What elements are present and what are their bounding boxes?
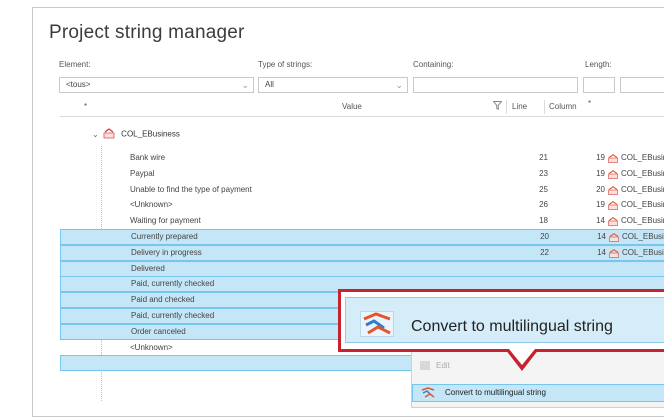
collection-icon [609,233,619,242]
header-asterisk: * [84,102,88,111]
row-column: 19 [596,200,605,210]
header-column-suffix: * [588,99,592,108]
element-filter-select[interactable]: <tous> ⌄ [59,77,254,93]
row-value: <Unknown> [130,342,173,352]
table-row[interactable]: Paypal 23 19 COL_EBusin [60,166,664,182]
convert-multilingual-icon [421,387,435,405]
collection-icon [608,185,618,195]
collection-icon [609,248,619,258]
row-value: Currently prepared [131,232,198,241]
row-line: 25 [539,184,548,194]
row-column: 19 [596,168,605,178]
row-line: 23 [539,168,548,178]
collection-icon [608,153,618,163]
row-column: 20 [596,184,605,194]
table-row[interactable]: Delivery in progress 22 14 COL_EBusin [60,244,664,261]
length-input[interactable] [583,77,615,93]
type-filter-select[interactable]: All ⌄ [258,77,408,93]
row-value: Paypal [130,168,155,178]
callout-menu-item: Convert to multilingual string [345,297,664,343]
row-value: Waiting for payment [130,216,201,226]
containing-input[interactable] [413,77,578,93]
row-value: Paid, currently checked [131,279,215,289]
row-column: 19 [596,153,605,162]
header-value[interactable]: Value [342,102,362,111]
table-row[interactable]: Currently prepared 20 14 COL_EBusin [60,229,664,245]
table-row[interactable]: Waiting for payment 18 14 COL_EBusin [60,213,664,229]
table-row[interactable]: <Unknown> 26 19 COL_EBusin [60,197,664,213]
row-element-ref: COL_EBusin [621,184,664,194]
row-line: 21 [539,153,548,162]
callout-zoom: Convert to multilingual string [338,289,664,352]
type-filter-label: Type of strings: [258,60,313,69]
row-element-ref: COL_EBusin [621,153,664,162]
element-filter-label: Element: [59,60,91,69]
row-value: Bank wire [130,153,166,162]
header-line[interactable]: Line [512,102,527,111]
length-input-2[interactable] [620,77,664,93]
row-column: 14 [597,232,606,241]
row-value: <Unknown> [130,200,173,210]
callout-label: Convert to multilingual string [411,318,613,335]
chevron-down-icon: ⌄ [395,80,403,90]
table-header: * Value Line Column * [60,98,664,117]
row-element-ref: COL_EBusin [621,216,664,226]
chevron-down-icon: ⌄ [241,80,249,90]
table-row[interactable]: Delivered [60,260,664,277]
collection-icon [103,128,115,141]
menu-item-convert-multilingual[interactable]: Convert to multilingual string [412,384,664,402]
table-row[interactable]: Unable to find the type of payment 25 20 CO… [60,182,664,198]
row-element-ref: COL_EBusin [622,232,664,241]
row-column: 14 [597,247,606,257]
tree-group-col-ebusiness[interactable]: ⌄ COL_EBusiness [92,128,180,141]
collection-icon [608,200,618,211]
row-value: Delivery in progress [131,247,202,257]
row-value: Order canceled [131,326,186,336]
convert-multilingual-icon [360,311,394,339]
tree-group-label: COL_EBusiness [121,129,180,139]
row-line: 22 [540,247,549,257]
chevron-down-icon[interactable]: ⌄ [92,130,99,139]
row-column: 14 [596,216,605,226]
row-value: Paid, currently checked [131,311,215,320]
row-line: 18 [539,216,548,226]
row-element-ref: COL_EBusin [622,247,664,257]
row-value: Unable to find the type of payment [130,184,252,194]
row-element-ref: COL_EBusin [621,200,664,210]
containing-filter-label: Containing: [413,60,454,69]
table-row[interactable]: Bank wire 21 19 COL_EBusin [60,150,664,166]
header-column[interactable]: Column [549,102,577,111]
edit-icon [420,361,430,371]
length-filter-label: Length: [585,60,612,69]
row-value: Paid and checked [131,295,195,305]
page-title: Project string manager [49,22,245,43]
row-line: 26 [539,200,548,210]
collection-icon [608,216,618,227]
row-value: Delivered [131,263,165,273]
element-filter-value: <tous> [66,80,91,89]
filter-icon[interactable] [492,101,503,112]
menu-item-edit[interactable]: Edit [420,361,450,371]
type-filter-value: All [265,80,274,89]
row-line: 20 [540,232,549,241]
row-element-ref: COL_EBusin [621,168,664,178]
callout-arrow-inner [509,349,535,365]
collection-icon [608,169,618,179]
